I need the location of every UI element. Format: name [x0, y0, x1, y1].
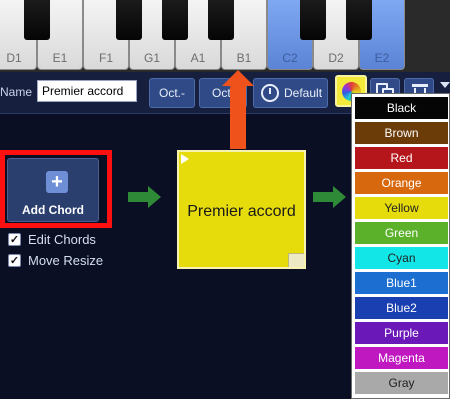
- color-option-brown[interactable]: Brown: [355, 122, 448, 144]
- color-option-orange[interactable]: Orange: [355, 172, 448, 194]
- edit-chords-checkbox[interactable]: ✓: [8, 233, 21, 246]
- color-option-purple[interactable]: Purple: [355, 322, 448, 344]
- piano-key-label: E1: [52, 51, 68, 65]
- color-option-magenta[interactable]: Magenta: [355, 347, 448, 369]
- piano-key-label: D1: [6, 51, 22, 65]
- color-option-cyan[interactable]: Cyan: [355, 247, 448, 269]
- color-dropdown-menu: Black Brown Red Orange Yellow Green Cyan Blue1 B…: [351, 93, 450, 399]
- more-chevron-down-icon[interactable]: [440, 82, 450, 88]
- name-label: Name: [0, 85, 33, 99]
- default-label: Default: [284, 86, 323, 100]
- chord-card-name: Premier accord: [187, 203, 296, 220]
- chord-name-input[interactable]: [37, 80, 137, 102]
- play-triangle-icon[interactable]: [181, 154, 189, 164]
- move-resize-checkbox[interactable]: ✓: [8, 254, 21, 267]
- chord-card[interactable]: Premier accord: [177, 150, 306, 269]
- piano-black-key[interactable]: [346, 0, 372, 40]
- move-resize-label: Move Resize: [28, 253, 104, 268]
- flow-arrow-right-icon: [313, 186, 347, 208]
- piano-black-key[interactable]: [24, 0, 50, 40]
- color-option-green[interactable]: Green: [355, 222, 448, 244]
- arrow-head: [222, 70, 254, 86]
- piano-keyboard[interactable]: D1 E1 F1 G1 A1 B1 C2 D2 E2: [0, 0, 450, 72]
- color-option-blue1[interactable]: Blue1: [355, 272, 448, 294]
- trash-icon: [412, 84, 428, 87]
- color-option-black[interactable]: Black: [355, 97, 448, 119]
- piano-key-label: D2: [328, 51, 344, 65]
- edit-chords-label: Edit Chords: [28, 232, 96, 247]
- piano-key-label: C2: [282, 51, 298, 65]
- annotation-arrow-up: [222, 70, 254, 150]
- color-option-blue2[interactable]: Blue2: [355, 297, 448, 319]
- color-option-gray[interactable]: Gray: [355, 372, 448, 394]
- piano-key-label: G1: [143, 51, 160, 65]
- add-chord-label: Add Chord: [22, 203, 84, 217]
- color-option-red[interactable]: Red: [355, 147, 448, 169]
- piano-key-label: F1: [98, 51, 113, 65]
- piano-black-key[interactable]: [208, 0, 234, 40]
- piano-key-label: E2: [374, 51, 390, 65]
- color-option-yellow[interactable]: Yellow: [355, 197, 448, 219]
- octave-down-button[interactable]: Oct.-: [149, 78, 195, 108]
- default-button[interactable]: Default: [253, 78, 328, 108]
- resize-handle[interactable]: [288, 253, 304, 267]
- piano-black-key[interactable]: [116, 0, 142, 40]
- piano-black-key[interactable]: [162, 0, 188, 40]
- plus-icon: +: [46, 171, 68, 193]
- piano-black-key[interactable]: [300, 0, 326, 40]
- flow-arrow-right-icon: [128, 186, 162, 208]
- clock-icon: [261, 84, 279, 102]
- arrow-shaft: [230, 85, 246, 149]
- add-chord-button[interactable]: + Add Chord: [7, 158, 99, 222]
- piano-key-label: B1: [236, 51, 252, 65]
- piano-key-label: A1: [190, 51, 206, 65]
